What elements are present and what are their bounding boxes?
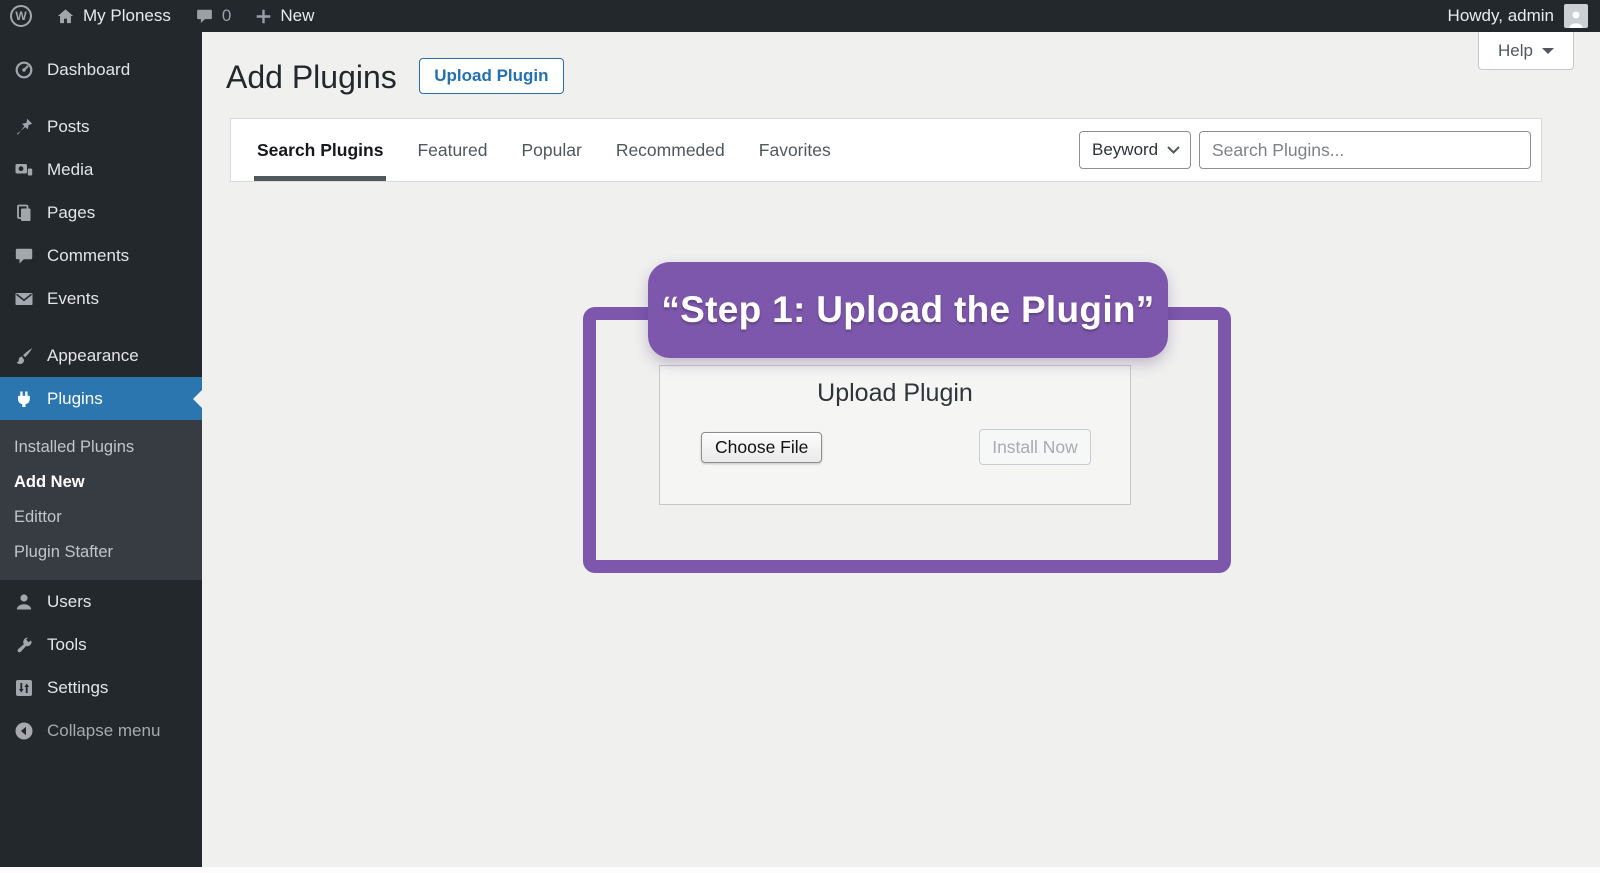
avatar[interactable] <box>1564 4 1588 28</box>
pin-icon <box>13 116 34 137</box>
menu-separator <box>0 320 202 334</box>
collapse-arrow-icon <box>13 720 34 741</box>
tab-favorites[interactable]: Favorites <box>759 119 831 181</box>
help-label: Help <box>1498 40 1533 60</box>
step-callout: “Step 1: Upload the Plugin” <box>648 262 1168 358</box>
title-row: Add Plugins Upload Plugin <box>202 32 1600 96</box>
sidebar-item-settings[interactable]: Settings <box>0 666 202 709</box>
sidebar-item-tools[interactable]: Tools <box>0 623 202 666</box>
sidebar-item-plugins[interactable]: Plugins <box>0 377 202 420</box>
sidebar-item-collapse-menu[interactable]: Collapse menu <box>0 709 202 752</box>
plus-icon <box>255 8 272 25</box>
admin-bar: W My Ploness 0 New Howdy, admin <box>0 0 1600 32</box>
keyword-select[interactable]: Beyword <box>1079 131 1191 169</box>
submenu-item-editor[interactable]: Edittor <box>0 500 202 535</box>
sidebar-item-label: Tools <box>47 634 87 654</box>
person-icon <box>1569 11 1583 28</box>
sidebar-item-pages[interactable]: Pages <box>0 191 202 234</box>
admin-bar-left: W My Ploness 0 New <box>10 5 314 27</box>
site-name: My Ploness <box>83 6 171 25</box>
sidebar-item-posts[interactable]: Posts <box>0 105 202 148</box>
menu-separator <box>0 91 202 105</box>
comment-icon <box>13 245 34 266</box>
plug-icon <box>13 388 34 409</box>
submenu-item-plugin-stafter[interactable]: Plugin Stafter <box>0 535 202 570</box>
wordpress-logo-icon[interactable]: W <box>10 5 32 27</box>
brush-icon <box>13 345 34 366</box>
tab-featured[interactable]: Featured <box>417 119 487 181</box>
chevron-down-icon <box>1167 146 1180 154</box>
sidebar-item-label: Media <box>47 159 94 179</box>
sidebar-item-users[interactable]: Users <box>0 580 202 623</box>
camera-icon <box>13 159 34 180</box>
sidebar-item-media[interactable]: Media <box>0 148 202 191</box>
sidebar-item-label: Appearance <box>47 345 139 365</box>
sidebar-item-label: Plugins <box>47 388 103 408</box>
help-button[interactable]: Help <box>1478 32 1574 70</box>
submenu-item-installed-plugins[interactable]: Installed Plugins <box>0 430 202 465</box>
site-menu[interactable]: My Ploness <box>56 6 171 26</box>
sliders-icon <box>13 677 34 698</box>
keyword-select-value: Beyword <box>1092 140 1159 159</box>
sidebar-item-appearance[interactable]: Appearance <box>0 334 202 377</box>
envelope-icon <box>13 288 34 309</box>
wordpress-logo-letter: W <box>10 5 32 27</box>
user-icon <box>13 591 34 612</box>
comment-bubble-icon <box>195 7 214 25</box>
sidebar: Dashboard Posts Media Pages Comments Eve… <box>0 32 202 873</box>
tab-recommended[interactable]: Recommeded <box>616 119 725 181</box>
step-callout-text: “Step 1: Upload the Plugin” <box>661 289 1155 330</box>
submenu-item-add-new[interactable]: Add New <box>0 465 202 500</box>
sidebar-item-label: Comments <box>47 245 130 265</box>
sidebar-item-comments[interactable]: Comments <box>0 234 202 277</box>
admin-bar-comments[interactable]: 0 <box>195 6 231 26</box>
sidebar-item-label: Collapse menu <box>47 720 161 740</box>
dashboard-icon <box>13 59 34 80</box>
admin-bar-right: Howdy, admin <box>1448 4 1588 28</box>
sidebar-item-label: Events <box>47 288 99 308</box>
sidebar-item-label: Users <box>47 591 92 611</box>
sidebar-item-dashboard[interactable]: Dashboard <box>0 48 202 91</box>
search-plugins-input[interactable] <box>1199 131 1531 169</box>
wrench-icon <box>13 634 34 655</box>
comments-count: 0 <box>221 6 232 25</box>
tab-search-plugins[interactable]: Search Plugins <box>253 119 387 181</box>
sidebar-item-label: Pages <box>47 202 96 222</box>
sidebar-item-events[interactable]: Events <box>0 277 202 320</box>
sidebar-item-label: Settings <box>47 677 109 697</box>
plugins-submenu: Installed Plugins Add New Edittor Plugin… <box>0 420 202 580</box>
admin-bar-new[interactable]: New <box>255 6 314 26</box>
pages-icon <box>13 202 34 223</box>
sidebar-item-label: Dashboard <box>47 59 131 79</box>
new-label: New <box>280 6 315 25</box>
upload-plugin-button[interactable]: Upload Plugin <box>419 58 564 94</box>
tab-popular[interactable]: Popular <box>521 119 581 181</box>
howdy-text[interactable]: Howdy, admin <box>1448 6 1554 26</box>
caret-down-icon <box>1541 47 1554 54</box>
plugin-tabs-bar: Search Plugins Featured Popular Recommed… <box>230 118 1542 182</box>
home-icon <box>56 7 75 26</box>
tabs-right-controls: Beyword <box>1079 119 1541 181</box>
bottom-strip <box>0 867 1600 873</box>
page-title: Add Plugins <box>226 59 397 95</box>
sidebar-item-label: Posts <box>47 116 90 136</box>
